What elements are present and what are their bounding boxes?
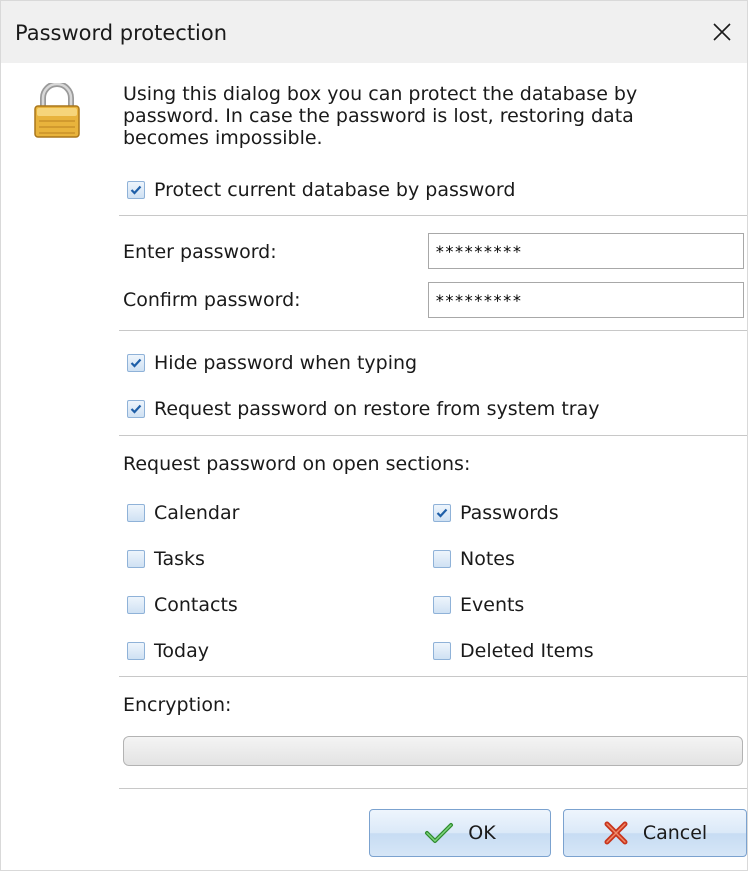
cross-icon	[604, 821, 628, 845]
checkbox-box[interactable]	[127, 400, 145, 418]
section-today-checkbox[interactable]: Today	[127, 638, 209, 664]
checkbox-box[interactable]	[127, 504, 145, 522]
separator	[119, 330, 747, 332]
section-tasks-checkbox[interactable]: Tasks	[127, 546, 205, 572]
close-button[interactable]	[703, 13, 741, 51]
checkbox-box[interactable]	[127, 181, 145, 199]
section-today-label: Today	[154, 640, 209, 662]
lock-icon	[34, 83, 80, 138]
protect-database-label: Protect current database by password	[154, 179, 516, 201]
separator	[119, 435, 747, 437]
checkbox-box[interactable]	[127, 642, 145, 660]
check-icon	[130, 404, 142, 414]
close-icon	[713, 23, 731, 41]
ok-button-label: OK	[468, 822, 496, 844]
section-deleted-items-label: Deleted Items	[460, 640, 594, 662]
sections-heading: Request password on open sections:	[123, 453, 471, 475]
hide-password-checkbox[interactable]: Hide password when typing	[127, 350, 417, 376]
confirm-password-label: Confirm password:	[123, 289, 301, 311]
window-title: Password protection	[15, 21, 228, 45]
check-icon	[130, 185, 142, 195]
section-calendar-checkbox[interactable]: Calendar	[127, 500, 239, 526]
request-tray-checkbox[interactable]: Request password on restore from system …	[127, 396, 599, 422]
separator	[119, 215, 747, 217]
protect-database-checkbox[interactable]: Protect current database by password	[127, 177, 515, 203]
checkbox-box[interactable]	[433, 550, 451, 568]
section-notes-label: Notes	[460, 548, 515, 570]
request-tray-label: Request password on restore from system …	[154, 398, 600, 420]
separator	[119, 676, 747, 678]
section-calendar-label: Calendar	[154, 502, 240, 524]
section-deleted-items-checkbox[interactable]: Deleted Items	[433, 638, 594, 664]
hide-password-label: Hide password when typing	[154, 352, 418, 374]
confirm-password-field[interactable]	[428, 282, 744, 318]
check-icon	[436, 508, 448, 518]
title-bar: Password protection	[1, 1, 747, 63]
section-notes-checkbox[interactable]: Notes	[433, 546, 515, 572]
section-events-label: Events	[460, 594, 525, 616]
password-protection-dialog: Password protection Using this dialog bo…	[0, 0, 748, 871]
enter-password-label: Enter password:	[123, 241, 277, 263]
cancel-button-label: Cancel	[642, 822, 708, 844]
encryption-label: Encryption:	[123, 694, 232, 716]
section-contacts-checkbox[interactable]: Contacts	[127, 592, 238, 618]
check-icon	[425, 823, 454, 843]
ok-button[interactable]: OK	[369, 809, 551, 857]
cancel-button[interactable]: Cancel	[563, 809, 747, 857]
section-events-checkbox[interactable]: Events	[433, 592, 524, 618]
intro-text: Using this dialog box you can protect th…	[123, 83, 638, 149]
enter-password-field[interactable]	[428, 233, 744, 269]
checkbox-box[interactable]	[433, 596, 451, 614]
checkbox-box[interactable]	[127, 354, 145, 372]
checkbox-box[interactable]	[127, 550, 145, 568]
section-contacts-label: Contacts	[154, 594, 238, 616]
check-icon	[130, 358, 142, 368]
section-passwords-checkbox[interactable]: Passwords	[433, 500, 559, 526]
checkbox-box[interactable]	[433, 504, 451, 522]
checkbox-box[interactable]	[433, 642, 451, 660]
checkbox-box[interactable]	[127, 596, 145, 614]
section-tasks-label: Tasks	[154, 548, 205, 570]
section-passwords-label: Passwords	[460, 502, 559, 524]
separator	[119, 788, 747, 790]
encryption-progress-bar	[123, 736, 743, 766]
